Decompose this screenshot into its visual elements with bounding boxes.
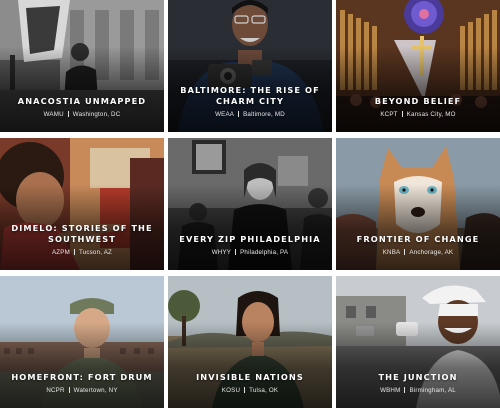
station-name: KCPT — [380, 111, 398, 118]
tile-title[interactable]: HOMEFRONT: FORT DRUM — [4, 372, 160, 383]
station-location: Anchorage, AK — [409, 249, 454, 256]
tile-title[interactable]: ANACOSTIA UNMAPPED — [4, 96, 160, 107]
tile-caption: FRONTIER OF CHANGE KNBA Anchorage, AK — [340, 234, 496, 256]
station-location: Philadelphia, PA — [240, 249, 289, 256]
meta-divider — [401, 111, 403, 117]
station-location: Birmingham, AL — [409, 387, 456, 394]
project-grid: ANACOSTIA UNMAPPED WAMU Washington, DC BA… — [0, 0, 500, 408]
project-tile-dimelo[interactable]: DIMELO: STORIES OF THE SOUTHWEST AZPM Tuc… — [0, 138, 164, 270]
tile-title[interactable]: DIMELO: STORIES OF THE SOUTHWEST — [4, 223, 160, 245]
project-tile-homefront-fort-drum[interactable]: HOMEFRONT: FORT DRUM NCPR Watertown, NY — [0, 276, 164, 408]
tile-meta: NCPR Watertown, NY — [4, 387, 160, 394]
meta-divider — [404, 387, 406, 393]
tile-title[interactable]: FRONTIER OF CHANGE — [340, 234, 496, 245]
meta-divider — [68, 387, 70, 393]
station-location: Tulsa, OK — [249, 387, 279, 394]
tile-caption: THE JUNCTION WBHM Birmingham, AL — [340, 372, 496, 394]
meta-divider — [235, 249, 237, 255]
station-location: Kansas City, MO — [406, 111, 456, 118]
tile-caption: ANACOSTIA UNMAPPED WAMU Washington, DC — [4, 96, 160, 118]
tile-meta: AZPM Tucson, AZ — [4, 249, 160, 256]
project-tile-baltimore[interactable]: BALTIMORE: THE RISE OF CHARM CITY WEAA Ba… — [168, 0, 332, 132]
meta-divider — [67, 111, 69, 117]
tile-title[interactable]: BEYOND BELIEF — [340, 96, 496, 107]
tile-meta: WBHM Birmingham, AL — [340, 387, 496, 394]
tile-meta: KOSU Tulsa, OK — [172, 387, 328, 394]
station-name: WEAA — [215, 111, 235, 118]
project-tile-every-zip-philadelphia[interactable]: EVERY ZIP PHILADELPHIA WHYY Philadelphia,… — [168, 138, 332, 270]
tile-caption: BALTIMORE: THE RISE OF CHARM CITY WEAA Ba… — [172, 85, 328, 118]
station-location: Tucson, AZ — [78, 249, 113, 256]
project-tile-invisible-nations[interactable]: INVISIBLE NATIONS KOSU Tulsa, OK — [168, 276, 332, 408]
tile-caption: DIMELO: STORIES OF THE SOUTHWEST AZPM Tuc… — [4, 223, 160, 256]
station-location: Baltimore, MD — [243, 111, 285, 118]
tile-title[interactable]: EVERY ZIP PHILADELPHIA — [172, 234, 328, 245]
tile-meta: WEAA Baltimore, MD — [172, 111, 328, 118]
station-location: Watertown, NY — [73, 387, 118, 394]
station-name: KOSU — [221, 387, 241, 394]
tile-caption: EVERY ZIP PHILADELPHIA WHYY Philadelphia,… — [172, 234, 328, 256]
tile-meta: KCPT Kansas City, MO — [340, 111, 496, 118]
tile-title[interactable]: BALTIMORE: THE RISE OF CHARM CITY — [172, 85, 328, 107]
project-tile-the-junction[interactable]: THE JUNCTION WBHM Birmingham, AL — [336, 276, 500, 408]
meta-divider — [73, 249, 75, 255]
station-name: KNBA — [382, 249, 401, 256]
project-tile-anacostia-unmapped[interactable]: ANACOSTIA UNMAPPED WAMU Washington, DC — [0, 0, 164, 132]
tile-caption: HOMEFRONT: FORT DRUM NCPR Watertown, NY — [4, 372, 160, 394]
meta-divider — [404, 249, 406, 255]
tile-meta: WAMU Washington, DC — [4, 111, 160, 118]
tile-meta: KNBA Anchorage, AK — [340, 249, 496, 256]
station-name: WAMU — [43, 111, 64, 118]
tile-meta: WHYY Philadelphia, PA — [172, 249, 328, 256]
station-name: WHYY — [211, 249, 232, 256]
tile-caption: BEYOND BELIEF KCPT Kansas City, MO — [340, 96, 496, 118]
project-tile-frontier-of-change[interactable]: FRONTIER OF CHANGE KNBA Anchorage, AK — [336, 138, 500, 270]
station-name: NCPR — [46, 387, 65, 394]
station-name: AZPM — [51, 249, 70, 256]
station-location: Washington, DC — [72, 111, 121, 118]
project-tile-beyond-belief[interactable]: BEYOND BELIEF KCPT Kansas City, MO — [336, 0, 500, 132]
meta-divider — [244, 387, 246, 393]
tile-title[interactable]: THE JUNCTION — [340, 372, 496, 383]
tile-caption: INVISIBLE NATIONS KOSU Tulsa, OK — [172, 372, 328, 394]
tile-title[interactable]: INVISIBLE NATIONS — [172, 372, 328, 383]
station-name: WBHM — [380, 387, 401, 394]
meta-divider — [238, 111, 240, 117]
